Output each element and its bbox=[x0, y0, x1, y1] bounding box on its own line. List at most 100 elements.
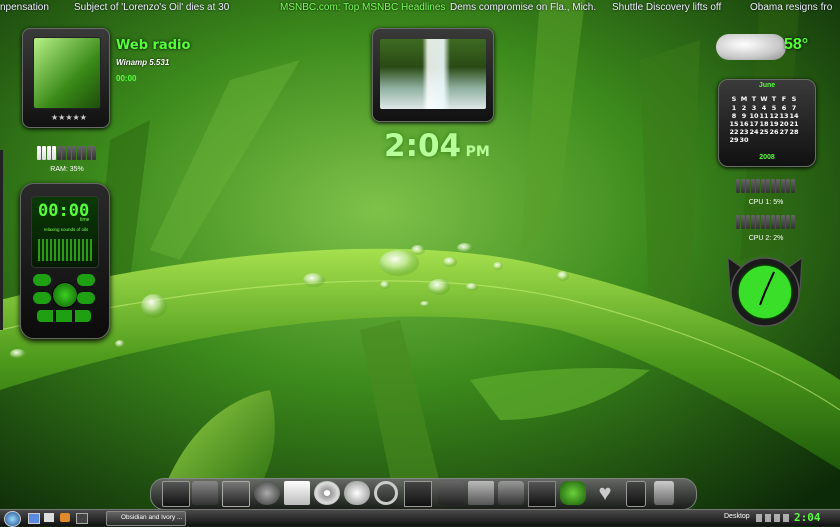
calendar-day[interactable]: 21 bbox=[789, 120, 799, 128]
calendar-day[interactable] bbox=[779, 136, 789, 144]
calendar-day[interactable]: 18 bbox=[759, 120, 769, 128]
calendar-day[interactable]: 12 bbox=[769, 112, 779, 120]
calendar-day[interactable]: 4 bbox=[759, 104, 769, 112]
phone-dpad[interactable] bbox=[52, 282, 78, 308]
taskbar-window-button[interactable]: Obsidian and Ivory ... bbox=[106, 511, 186, 526]
radio-album-art bbox=[33, 37, 101, 109]
monitor-icon[interactable] bbox=[162, 481, 190, 507]
ticker-item[interactable]: MSNBC.com: Top MSNBC Headlines bbox=[280, 2, 445, 13]
trash-icon[interactable] bbox=[654, 481, 674, 505]
calendar-day[interactable]: 17 bbox=[749, 120, 759, 128]
radio-title: Web radio bbox=[116, 38, 191, 53]
computer-icon[interactable] bbox=[222, 481, 250, 507]
cat-clock-widget[interactable] bbox=[720, 250, 810, 330]
heart-icon[interactable]: ♥ bbox=[592, 481, 618, 505]
ticker-item[interactable]: Subject of 'Lorenzo's Oil' dies at 30 bbox=[74, 2, 229, 13]
ticker-item[interactable]: Obama resigns fro bbox=[750, 2, 832, 13]
folder-icon[interactable] bbox=[468, 481, 494, 505]
cpu1-meter bbox=[736, 179, 796, 198]
calendar-day[interactable]: 3 bbox=[749, 104, 759, 112]
weekday-label: F bbox=[781, 95, 787, 103]
news-ticker: npensation Subject of 'Lorenzo's Oil' di… bbox=[0, 0, 840, 16]
phone-key-call[interactable] bbox=[33, 292, 51, 304]
calendar-week-row: 22 23 24 25 26 27 28 bbox=[729, 128, 799, 136]
calendar-day[interactable]: 28 bbox=[789, 128, 799, 136]
calendar-day[interactable]: 5 bbox=[769, 104, 779, 112]
calendar-day[interactable]: 24 bbox=[749, 128, 759, 136]
taskbar: Obsidian and Ivory ... Desktop 2:04 bbox=[0, 509, 840, 527]
tray-icons[interactable] bbox=[756, 514, 790, 522]
calendar-day[interactable]: 22 bbox=[729, 128, 739, 136]
radio-rating-stars[interactable]: ★★★★★ bbox=[51, 113, 87, 122]
calendar-day[interactable]: 23 bbox=[739, 128, 749, 136]
cloud-icon[interactable] bbox=[344, 481, 370, 505]
taskbar-window-title: Obsidian and Ivory ... bbox=[121, 514, 183, 521]
phone-screen: 00:00 time relaxing sounds of oils bbox=[31, 196, 99, 268]
phone-icon[interactable] bbox=[626, 481, 646, 507]
calendar-day[interactable]: 30 bbox=[739, 136, 749, 144]
document-icon[interactable] bbox=[284, 481, 310, 505]
phone-key-left[interactable] bbox=[33, 274, 51, 286]
calendar-day[interactable]: 26 bbox=[769, 128, 779, 136]
quicklaunch-desktop-icon[interactable] bbox=[28, 513, 40, 524]
desktop-toolbar-label[interactable]: Desktop bbox=[724, 513, 750, 520]
calendar-day[interactable]: 15 bbox=[729, 120, 739, 128]
calendar-day[interactable]: 25 bbox=[759, 128, 769, 136]
calendar-day[interactable]: 13 bbox=[779, 112, 789, 120]
weekday-label: T bbox=[751, 95, 757, 103]
calendar-day[interactable]: 19 bbox=[769, 120, 779, 128]
quicklaunch-media-icon[interactable] bbox=[76, 513, 88, 524]
ticker-item[interactable]: Dems compromise on Fla., Mich. bbox=[450, 2, 596, 13]
calendar-week-row: 29 30 bbox=[729, 136, 799, 144]
radio-widget-frame[interactable]: ★★★★★ bbox=[22, 28, 110, 128]
radio-player-name: Winamp 5.531 bbox=[116, 58, 170, 67]
calendar-day[interactable]: 20 bbox=[779, 120, 789, 128]
calendar-day[interactable]: 9 bbox=[739, 112, 749, 120]
gear-icon[interactable] bbox=[254, 481, 280, 505]
magnifier-icon[interactable] bbox=[374, 481, 398, 505]
phone-widget[interactable]: 00:00 time relaxing sounds of oils bbox=[20, 183, 110, 339]
calendar-day[interactable] bbox=[769, 136, 779, 144]
calendar-day[interactable]: 11 bbox=[759, 112, 769, 120]
calendar-widget[interactable]: June S M T W T F S 1234567 8 9 10 11 12 13 14 … bbox=[718, 79, 816, 167]
calendar-day[interactable]: 8 bbox=[729, 112, 739, 120]
ticker-item[interactable]: Shuttle Discovery lifts off bbox=[612, 2, 721, 13]
weather-widget[interactable]: 58° bbox=[714, 28, 814, 66]
calendar-day[interactable] bbox=[749, 136, 759, 144]
radio-time: 00:00 bbox=[116, 74, 137, 83]
display-icon[interactable] bbox=[404, 481, 432, 507]
left-edge-handle[interactable] bbox=[0, 150, 3, 330]
calendar-day[interactable]: 27 bbox=[779, 128, 789, 136]
calendar-day[interactable]: 1 bbox=[729, 104, 739, 112]
disc-icon[interactable] bbox=[314, 481, 340, 505]
photo-frame[interactable] bbox=[372, 28, 494, 122]
taskbar-clock[interactable]: 2:04 bbox=[794, 511, 821, 524]
calendar-weekday-row: S M T W T F S bbox=[729, 94, 799, 104]
ram-meter bbox=[37, 146, 97, 165]
weather-temp: 58° bbox=[784, 36, 809, 53]
quicklaunch-app-icon[interactable] bbox=[60, 513, 70, 522]
calendar-day[interactable]: 10 bbox=[749, 112, 759, 120]
calendar-week-row: 8 9 10 11 12 13 14 bbox=[729, 112, 799, 120]
calendar-day[interactable] bbox=[759, 136, 769, 144]
phone-key-end[interactable] bbox=[77, 292, 95, 304]
calendar-day[interactable]: 29 bbox=[729, 136, 739, 144]
calendar-month: June bbox=[758, 82, 776, 89]
ticker-item[interactable]: npensation bbox=[0, 2, 49, 13]
calendar-day[interactable]: 7 bbox=[789, 104, 799, 112]
network-icon[interactable] bbox=[192, 481, 218, 505]
frog-icon[interactable] bbox=[560, 481, 586, 505]
calendar-grid[interactable]: S M T W T F S 1234567 8 9 10 11 12 13 14 15 16 1… bbox=[729, 94, 799, 144]
calendar-day[interactable]: 16 bbox=[739, 120, 749, 128]
check-icon[interactable] bbox=[498, 481, 524, 505]
media-icon[interactable] bbox=[438, 481, 464, 505]
calendar-day[interactable] bbox=[789, 136, 799, 144]
calendar-day[interactable]: 2 bbox=[739, 104, 749, 112]
phone-key-row[interactable] bbox=[37, 310, 91, 322]
calendar-day[interactable]: 14 bbox=[789, 112, 799, 120]
quicklaunch-window-icon[interactable] bbox=[44, 513, 54, 522]
phone-keypad[interactable] bbox=[33, 272, 95, 326]
calendar-day[interactable]: 6 bbox=[779, 104, 789, 112]
frame-icon[interactable] bbox=[528, 481, 556, 507]
phone-key-right[interactable] bbox=[77, 274, 95, 286]
